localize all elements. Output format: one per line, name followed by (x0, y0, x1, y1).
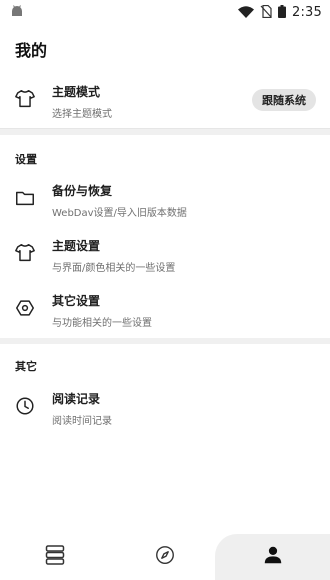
backup-restore-subtitle: WebDav设置/导入旧版本数据 (52, 208, 187, 219)
theme-settings-subtitle: 与界面/颜色相关的一些设置 (52, 263, 176, 274)
backup-restore-row[interactable]: 备份与恢复 WebDav设置/导入旧版本数据 (0, 173, 330, 227)
section-divider (0, 129, 330, 135)
folder-icon (14, 187, 36, 209)
other-section-title: 其它 (15, 360, 37, 373)
other-settings-subtitle: 与功能相关的一些设置 (52, 318, 152, 329)
section-divider (0, 338, 330, 344)
page-title: 我的 (15, 41, 48, 60)
status-bar: 2:35 (0, 0, 330, 24)
theme-settings-title: 主题设置 (52, 239, 101, 253)
nav-mine[interactable] (215, 534, 330, 580)
android-icon (10, 3, 24, 22)
tshirt-icon (14, 88, 36, 110)
battery-icon (278, 3, 286, 22)
hexagon-icon (14, 297, 36, 319)
other-settings-title: 其它设置 (52, 294, 101, 308)
nav-bookshelf[interactable] (0, 534, 110, 580)
status-icons: 2:35 (238, 3, 322, 22)
bottom-navigation (0, 534, 330, 580)
theme-mode-title: 主题模式 (52, 85, 101, 99)
theme-mode-subtitle: 选择主题模式 (52, 109, 112, 120)
no-sim-icon (260, 3, 272, 22)
settings-section-title: 设置 (15, 153, 37, 166)
person-icon (262, 544, 284, 570)
clock-icon (14, 395, 36, 417)
bookshelf-icon (43, 544, 67, 570)
theme-mode-value-chip[interactable]: 跟随系统 (252, 89, 316, 111)
tshirt-icon (14, 242, 36, 264)
backup-restore-title: 备份与恢复 (52, 184, 113, 198)
theme-settings-row[interactable]: 主题设置 与界面/颜色相关的一些设置 (0, 228, 330, 282)
reading-record-subtitle: 阅读时间记录 (52, 416, 112, 427)
other-settings-row[interactable]: 其它设置 与功能相关的一些设置 (0, 283, 330, 337)
reading-record-title: 阅读记录 (52, 392, 101, 406)
nav-explore[interactable] (110, 534, 220, 580)
clock: 2:35 (292, 4, 322, 20)
compass-icon (154, 544, 176, 570)
reading-record-row[interactable]: 阅读记录 阅读时间记录 (0, 381, 330, 435)
wifi-icon (238, 3, 254, 22)
